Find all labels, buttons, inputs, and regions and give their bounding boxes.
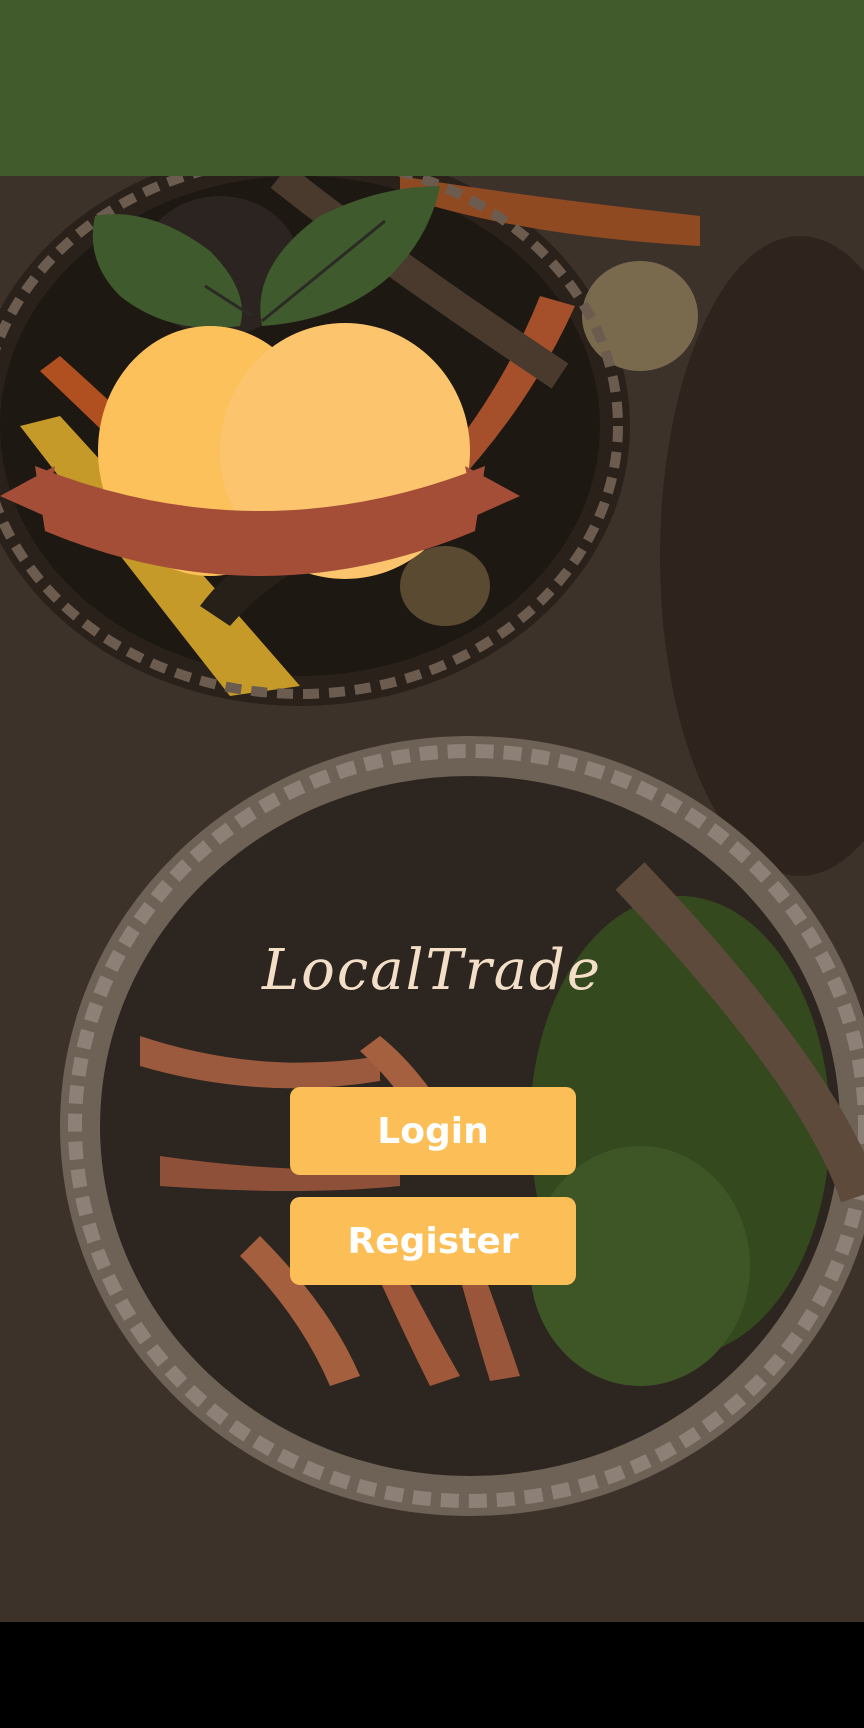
status-bar — [0, 0, 864, 176]
login-button[interactable]: Login — [290, 1087, 576, 1175]
lemon-pair-logo-icon — [0, 186, 520, 579]
register-button[interactable]: Register — [290, 1197, 576, 1285]
system-navigation-bar — [0, 1622, 864, 1728]
brand-name: LocalTrade — [261, 937, 603, 1003]
background-photo: LocalTrade Login Register — [0, 176, 864, 1622]
